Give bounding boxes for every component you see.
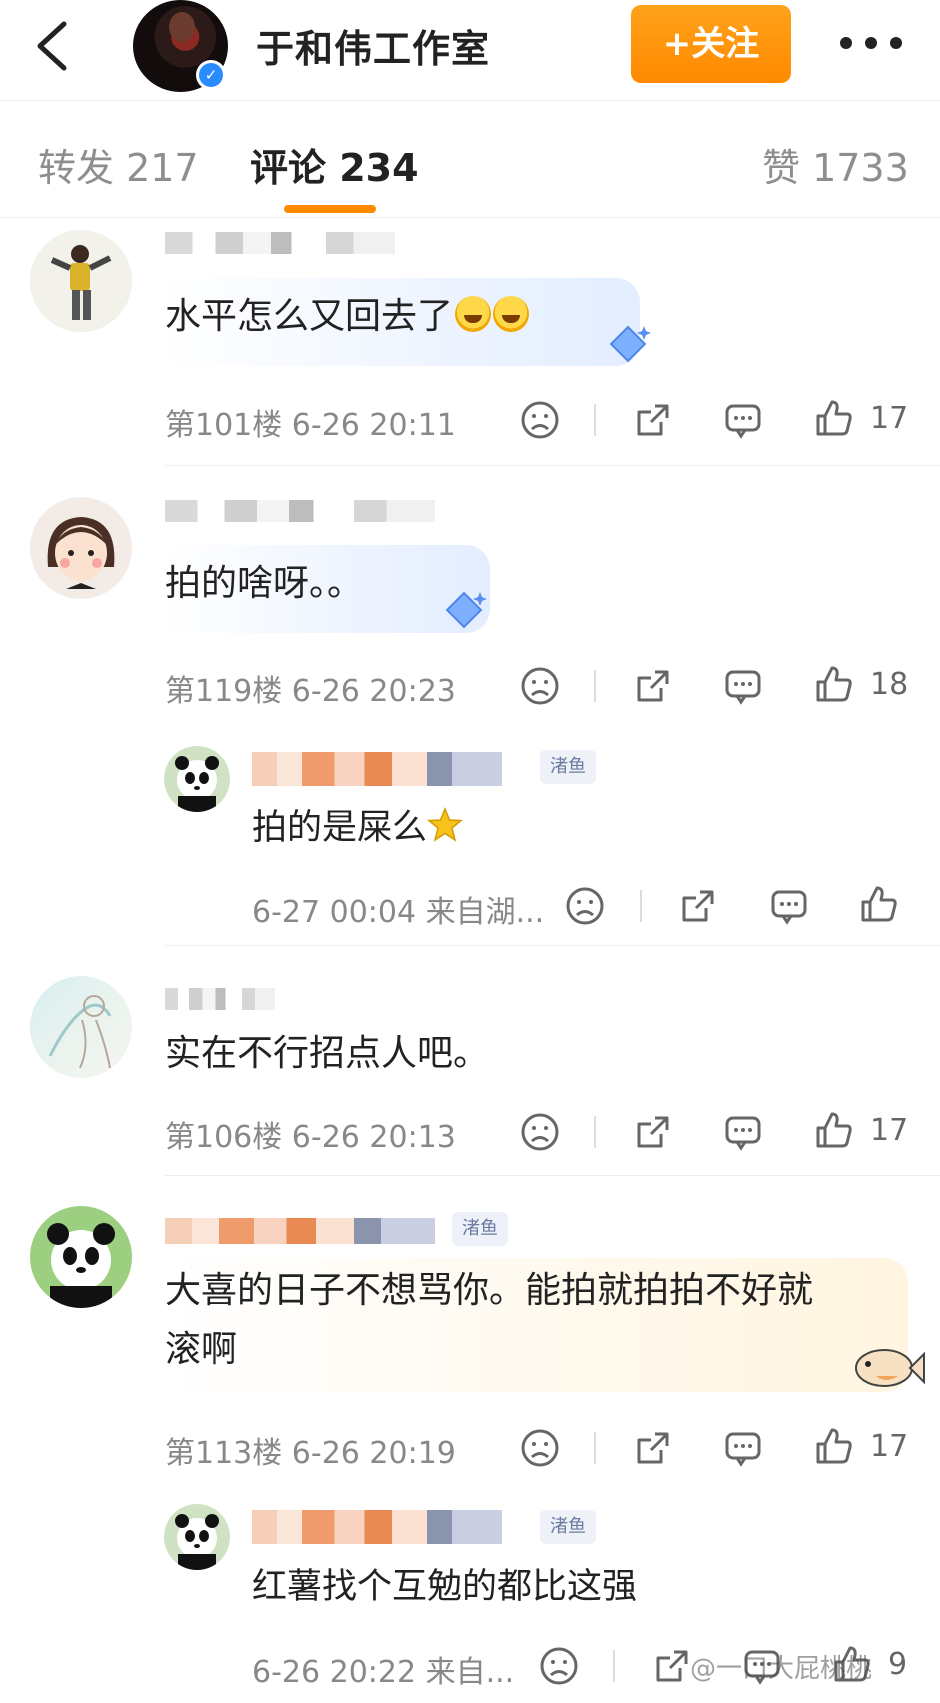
fan-tag-badge: 渚鱼	[540, 1510, 596, 1544]
tab-bar: 转发 217 评论 234 赞 1733	[0, 100, 940, 218]
diamond-badge-icon	[609, 325, 651, 363]
like-count: 9	[888, 1647, 908, 1682]
divider	[640, 890, 642, 922]
like-count: 17	[870, 1113, 909, 1148]
comment-floor-time: 第101楼 6-26 20:11	[165, 408, 456, 443]
panda-avatar-icon	[175, 1514, 219, 1570]
avatar[interactable]	[164, 746, 230, 812]
comment-floor-time: 第106楼 6-26 20:13	[165, 1120, 456, 1155]
active-tab-indicator	[284, 205, 376, 213]
avatar[interactable]	[30, 976, 132, 1078]
dislike-face-icon[interactable]	[518, 1110, 562, 1154]
fish-badge-icon	[855, 1349, 925, 1387]
fan-tag-badge: 渚鱼	[452, 1212, 508, 1246]
divider	[594, 670, 596, 702]
avatar[interactable]	[164, 1504, 230, 1570]
username-obscured	[165, 232, 395, 254]
back-arrow-icon[interactable]	[30, 18, 78, 74]
divider	[594, 404, 596, 436]
avatar[interactable]	[30, 1206, 132, 1308]
tab-comments[interactable]: 评论 234	[250, 137, 419, 192]
divider	[165, 465, 940, 466]
divider	[165, 1175, 940, 1176]
reply-comment-icon[interactable]	[721, 664, 765, 708]
reply-time-location: 6-26 20:22 来自...	[252, 1655, 515, 1690]
page-title: 于和伟工作室	[256, 27, 491, 71]
share-icon[interactable]	[676, 884, 720, 928]
avatar-girl-cartoon-icon	[47, 517, 115, 589]
like-thumb-icon[interactable]	[812, 1108, 856, 1152]
fan-tag-badge: 渚鱼	[540, 750, 596, 784]
reply-text: 红薯找个互勉的都比这强	[252, 1567, 638, 1607]
tab-likes[interactable]: 赞 1733	[762, 137, 909, 192]
comment-text: 水平怎么又回去了	[165, 290, 530, 344]
watermark-text: @一口大屁桃桃	[690, 1654, 873, 1684]
like-thumb-icon[interactable]	[812, 396, 856, 440]
divider	[165, 945, 940, 946]
reply-comment-icon[interactable]	[721, 1426, 765, 1470]
divider	[594, 1116, 596, 1148]
diamond-badge-icon	[445, 591, 487, 629]
more-options-icon[interactable]	[836, 28, 906, 58]
reply-comment-icon[interactable]	[721, 398, 765, 442]
share-icon[interactable]	[631, 664, 675, 708]
avatar[interactable]	[30, 497, 132, 599]
dislike-face-icon[interactable]	[563, 884, 607, 928]
follow-button[interactable]: +关注	[631, 5, 791, 83]
share-icon[interactable]	[650, 1644, 694, 1688]
divider	[594, 1432, 596, 1464]
share-icon[interactable]	[631, 1110, 675, 1154]
avatar-sketch-figure-icon	[48, 995, 112, 1069]
like-thumb-icon[interactable]	[857, 882, 901, 926]
like-count: 17	[870, 1429, 909, 1464]
like-thumb-icon[interactable]	[812, 662, 856, 706]
like-count: 18	[870, 667, 909, 702]
tab-reposts[interactable]: 转发 217	[38, 137, 199, 192]
username-obscured	[165, 500, 435, 522]
reply-comment-icon[interactable]	[721, 1110, 765, 1154]
comment-text: 实在不行招点人吧。	[165, 1033, 490, 1074]
like-count: 17	[870, 401, 909, 436]
reply-text: 拍的是屎么	[252, 801, 463, 855]
comment-text-line-1: 大喜的日子不想骂你。能拍就拍拍不好就	[165, 1270, 814, 1311]
username-obscured	[165, 988, 275, 1010]
username-obscured	[165, 1218, 435, 1244]
dislike-face-icon[interactable]	[537, 1644, 581, 1688]
verified-badge-icon: ✓	[196, 60, 226, 90]
divider	[613, 1650, 615, 1682]
comment-text: 拍的啥呀。。	[165, 563, 364, 604]
panda-avatar-icon	[47, 1223, 115, 1308]
comment-floor-time: 第119楼 6-26 20:23	[165, 674, 456, 709]
username-obscured	[252, 1510, 502, 1544]
dislike-face-icon[interactable]	[518, 1426, 562, 1470]
top-bar: ✓ 于和伟工作室 +关注	[0, 0, 940, 100]
dislike-face-icon[interactable]	[518, 398, 562, 442]
comment-text-line-2: 滚啊	[165, 1329, 238, 1370]
reply-time-location: 6-27 00:04 来自湖...	[252, 895, 545, 930]
comment-floor-time: 第113楼 6-26 20:19	[165, 1436, 456, 1471]
star-emoji-icon	[427, 807, 463, 842]
share-icon[interactable]	[631, 1426, 675, 1470]
laugh-cry-emoji-icon	[493, 296, 530, 332]
like-thumb-icon[interactable]	[812, 1424, 856, 1468]
username-obscured	[252, 752, 502, 786]
avatar[interactable]	[30, 230, 132, 332]
laugh-cry-emoji-icon	[455, 296, 492, 332]
avatar-figure-icon	[50, 245, 112, 320]
share-icon[interactable]	[631, 398, 675, 442]
dislike-face-icon[interactable]	[518, 664, 562, 708]
panda-avatar-icon	[175, 756, 219, 812]
reply-comment-icon[interactable]	[767, 884, 811, 928]
